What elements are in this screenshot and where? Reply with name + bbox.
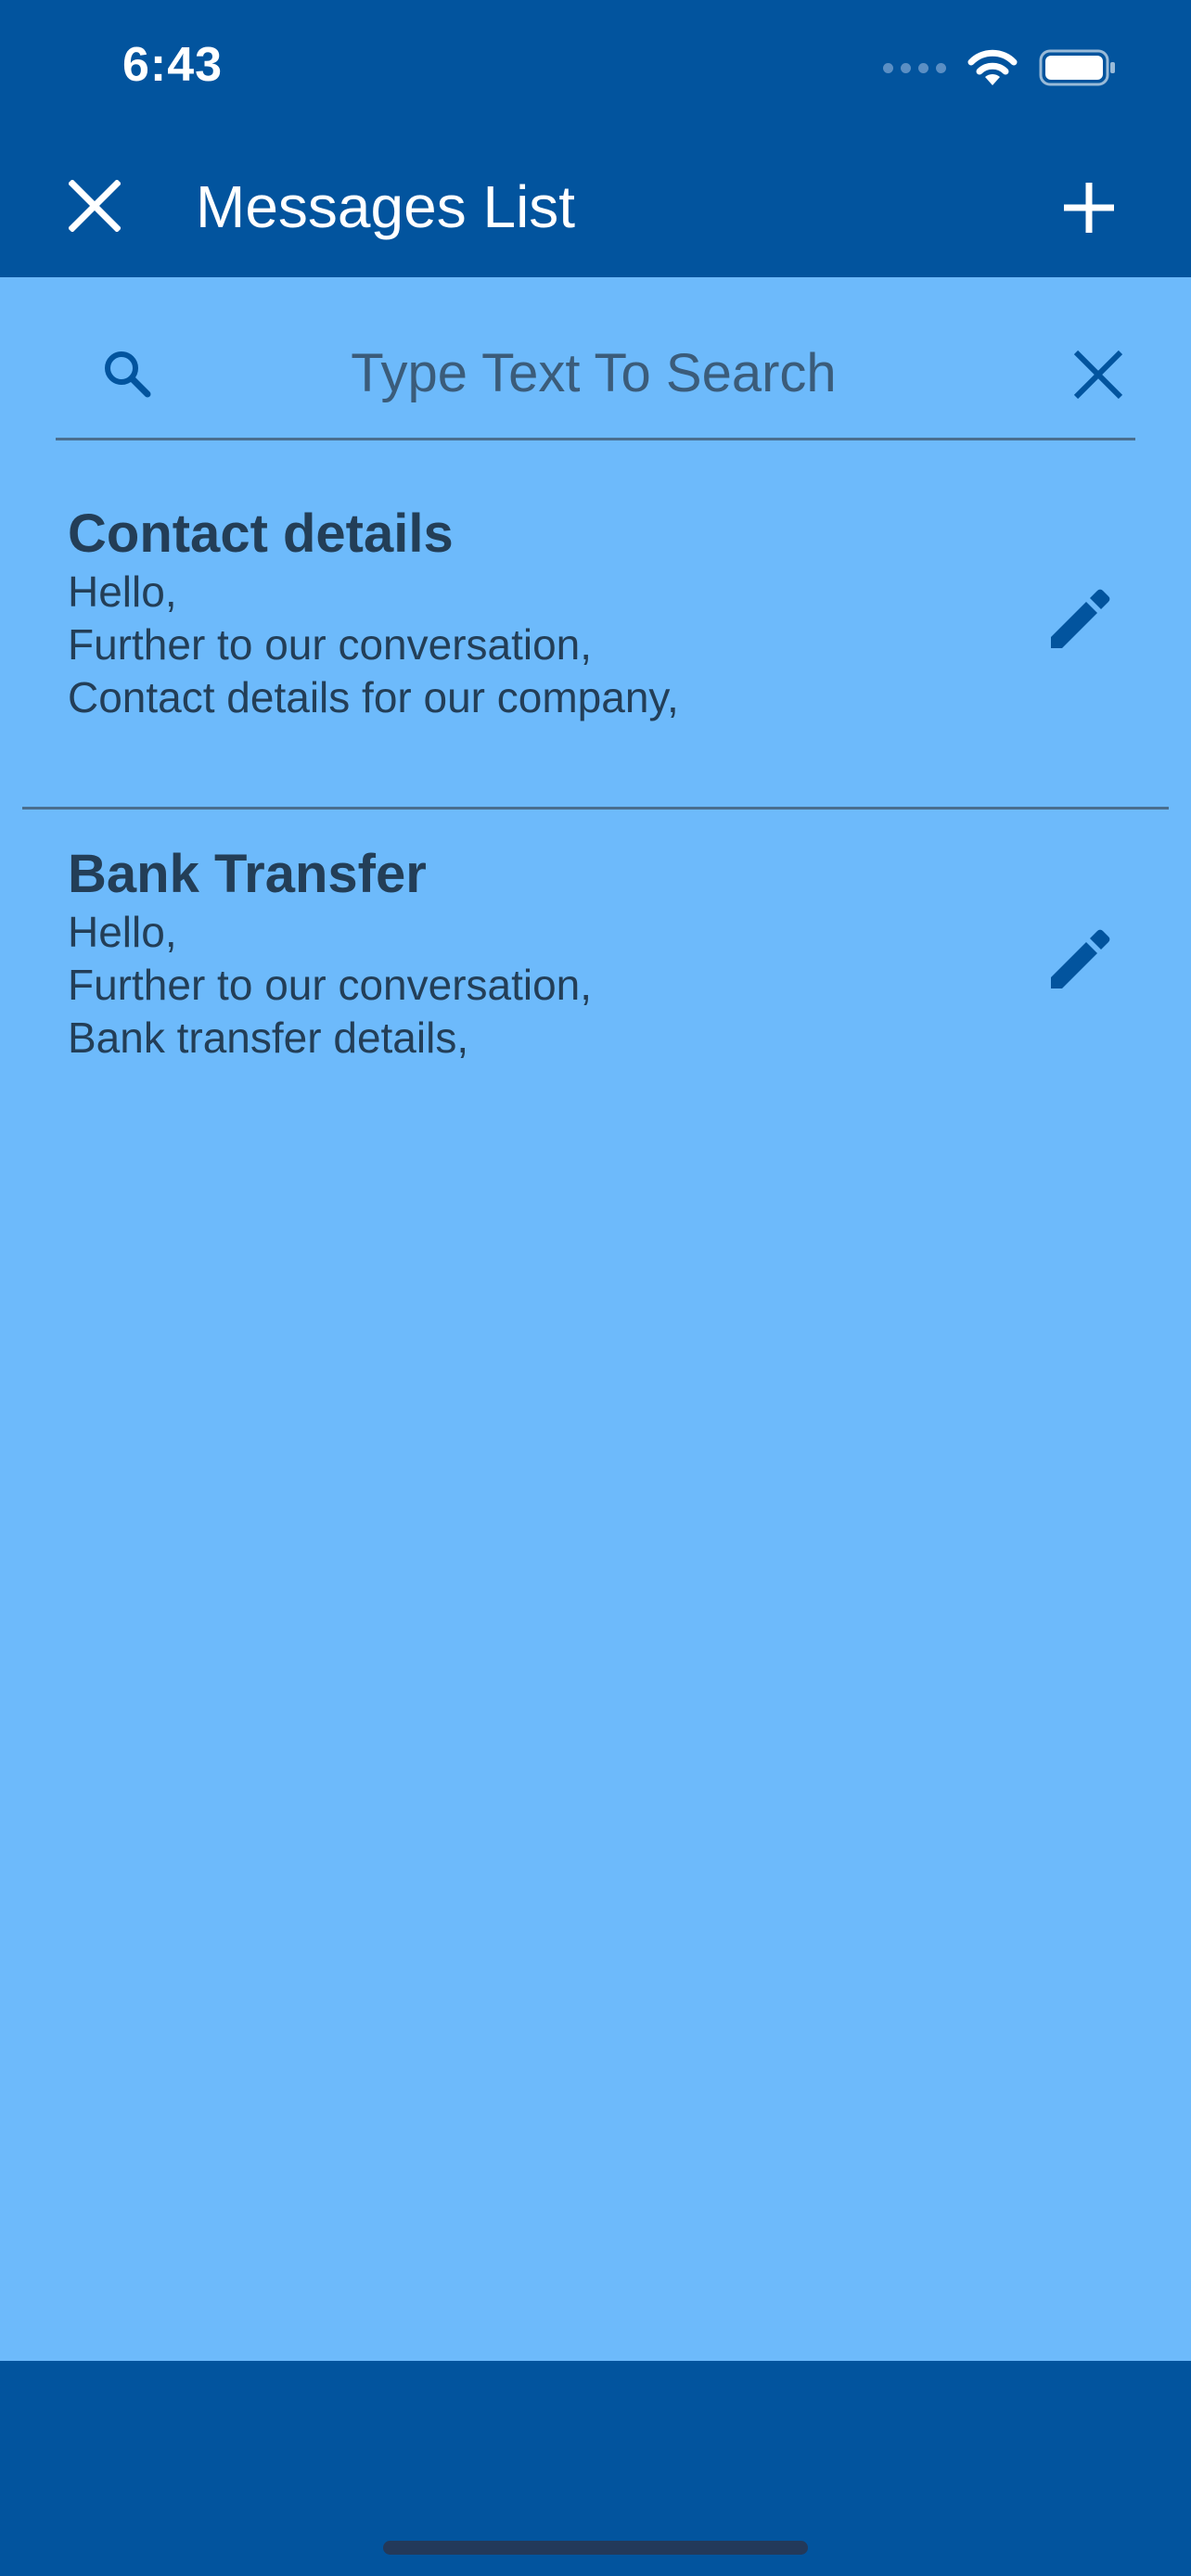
message-body: Hello, Further to our conversation, Bank… — [68, 908, 593, 1062]
message-body: Hello, Further to our conversation, Cont… — [68, 567, 679, 721]
page-title: Messages List — [196, 173, 576, 240]
plus-icon — [1064, 183, 1114, 233]
search-bar — [56, 325, 1135, 440]
list-item[interactable]: Bank Transfer Hello, Further to our conv… — [22, 810, 1169, 1088]
messages-list: Contact details Hello, Further to our co… — [0, 473, 1191, 1088]
wifi-icon — [967, 49, 1018, 85]
messages-list-screen: 6:43 Messages List Type Text To Search C… — [0, 0, 1191, 2576]
add-message-button[interactable] — [1052, 171, 1126, 245]
pencil-icon — [1051, 589, 1110, 648]
message-title: Bank Transfer — [68, 844, 427, 904]
search-input[interactable] — [186, 336, 1002, 410]
message-title: Contact details — [68, 504, 454, 564]
status-icons — [883, 45, 1117, 91]
signal-dots-icon — [883, 62, 946, 73]
home-indicator[interactable] — [383, 2541, 808, 2555]
close-button[interactable] — [58, 169, 132, 243]
close-icon — [1073, 350, 1123, 400]
edit-button[interactable] — [1039, 577, 1122, 660]
battery-icon — [1039, 49, 1115, 86]
clear-search-button[interactable] — [1061, 339, 1135, 410]
close-icon — [69, 180, 121, 232]
app-header: 6:43 Messages List — [0, 0, 1191, 277]
status-time: 6:43 — [122, 38, 224, 92]
pencil-icon — [1051, 929, 1110, 988]
search-icon[interactable] — [95, 341, 160, 406]
list-item[interactable]: Contact details Hello, Further to our co… — [22, 473, 1169, 810]
edit-button[interactable] — [1039, 917, 1122, 1001]
